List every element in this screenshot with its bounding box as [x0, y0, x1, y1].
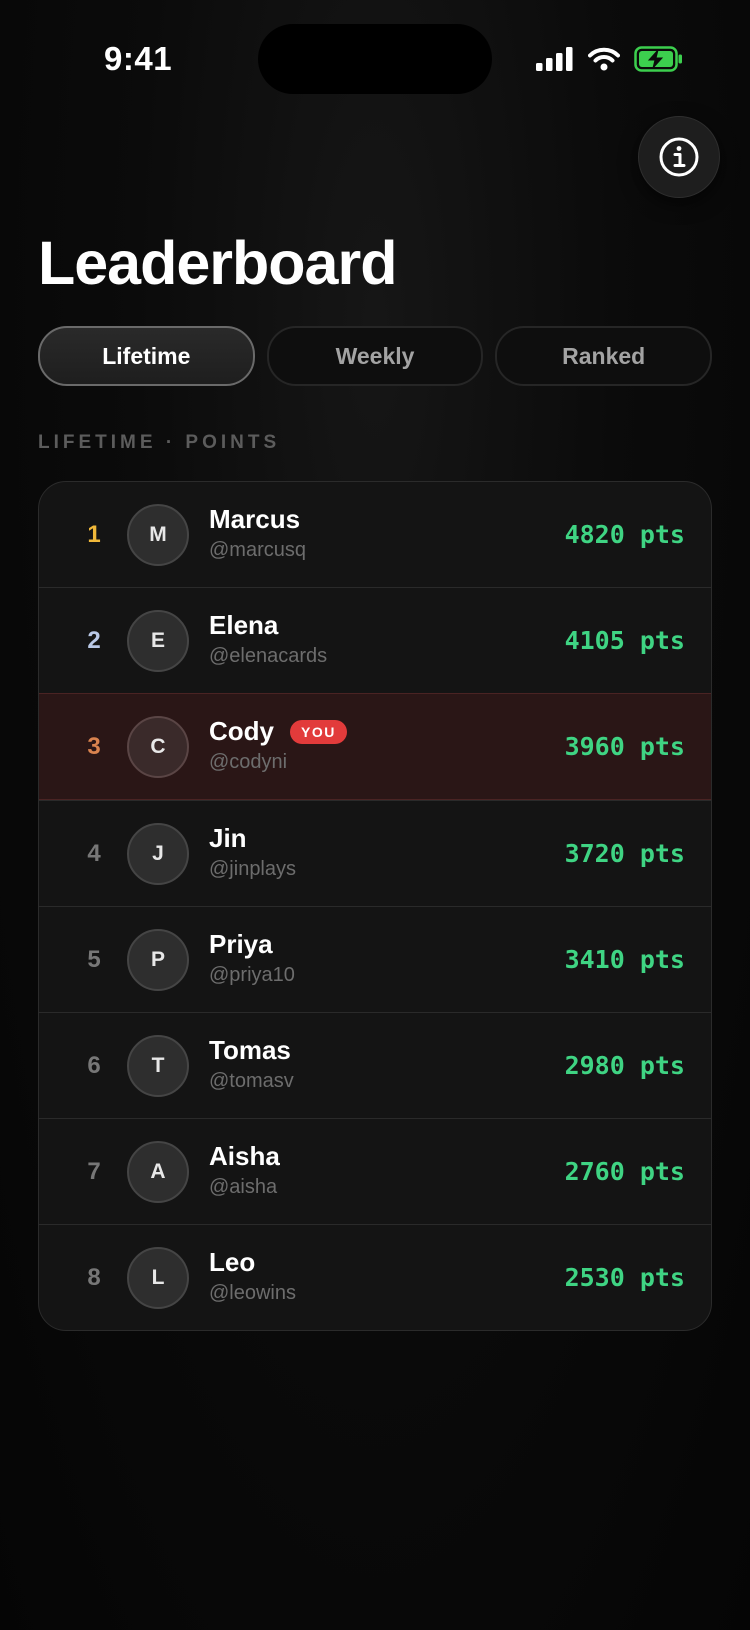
- player-name-line: Tomas: [209, 1035, 291, 1066]
- rank-number: 8: [87, 1264, 101, 1291]
- leaderboard-row[interactable]: 8 L Leo @leowins 2530 pts: [39, 1224, 711, 1330]
- tab-lifetime[interactable]: Lifetime: [38, 326, 255, 386]
- player-name-line: Marcus: [209, 504, 300, 535]
- player-handle: @leowins: [209, 1282, 297, 1304]
- player-handle: @tomasv: [209, 1070, 294, 1092]
- player-handle: @jinplays: [209, 858, 297, 880]
- rank-number: 1: [87, 521, 101, 548]
- avatar[interactable]: C: [127, 716, 189, 778]
- player-name: Leo: [209, 1247, 256, 1277]
- player-name: Elena: [209, 610, 279, 640]
- status-icons: [536, 44, 684, 74]
- rank-number: 3: [87, 733, 101, 760]
- player-points: 3410 pts: [564, 945, 685, 974]
- rank-number: 5: [87, 946, 101, 973]
- leaderboard-list: 1 M Marcus @marcusq 4820 pts 2 E Elena @elenacar…: [38, 481, 712, 1331]
- player-handle: @codyni: [209, 751, 288, 773]
- leaderboard-row[interactable]: 5 P Priya @priya10 3410 pts: [39, 906, 711, 1012]
- leaderboard-row[interactable]: 4 J Jin @jinplays 3720 pts: [39, 800, 711, 906]
- player-name: Cody: [209, 716, 274, 746]
- player-points: 2530 pts: [564, 1263, 685, 1292]
- dynamic-island: [258, 24, 492, 94]
- player-points: 3720 pts: [564, 839, 685, 868]
- status-bar: 9:41: [0, 0, 750, 120]
- player-name-line: Jin: [209, 823, 247, 854]
- player-name-line: Priya: [209, 929, 273, 960]
- avatar[interactable]: E: [127, 610, 189, 672]
- info-button[interactable]: [638, 116, 720, 198]
- player-name-line: Leo: [209, 1247, 255, 1278]
- player-handle: @priya10: [209, 964, 295, 986]
- section-label: LIFETIME · POINTS: [38, 432, 281, 453]
- avatar[interactable]: M: [127, 504, 189, 566]
- player-points: 2980 pts: [564, 1051, 685, 1080]
- player-name: Priya: [209, 929, 273, 959]
- leaderboard-row-current-user[interactable]: 3 C Cody YOU @codyni 3960 pts: [39, 693, 711, 800]
- leaderboard-row[interactable]: 2 E Elena @elenacards 4105 pts: [39, 587, 711, 693]
- leaderboard-row[interactable]: 7 A Aisha @aisha 2760 pts: [39, 1118, 711, 1224]
- signal-icon: [536, 47, 573, 71]
- rank-number: 7: [87, 1158, 101, 1185]
- status-time: 9:41: [104, 40, 173, 77]
- leaderboard-screen: 9:41 Leaderboard Lifetime Weekly Ranked …: [0, 0, 750, 1630]
- page-title: Leaderboard: [38, 229, 397, 297]
- leaderboard-row[interactable]: 1 M Marcus @marcusq 4820 pts: [39, 482, 711, 587]
- tab-ranked[interactable]: Ranked: [495, 326, 713, 386]
- player-name-line: Elena: [209, 610, 278, 641]
- leaderboard-row[interactable]: 6 T Tomas @tomasv 2980 pts: [39, 1012, 711, 1118]
- avatar[interactable]: T: [127, 1035, 189, 1097]
- you-badge: YOU: [290, 719, 347, 744]
- player-name: Tomas: [209, 1035, 291, 1065]
- player-name-line: Cody YOU: [209, 716, 347, 747]
- wifi-icon: [588, 47, 620, 71]
- avatar[interactable]: A: [127, 1141, 189, 1203]
- tab-weekly[interactable]: Weekly: [266, 326, 484, 386]
- player-name-line: Aisha: [209, 1141, 280, 1172]
- rank-number: 4: [87, 840, 101, 867]
- player-points: 4820 pts: [564, 520, 685, 549]
- player-handle: @elenacards: [209, 645, 328, 667]
- avatar[interactable]: L: [127, 1247, 189, 1309]
- battery-charging-icon: [634, 46, 682, 72]
- player-points: 4105 pts: [564, 626, 685, 655]
- rank-number: 2: [87, 627, 101, 654]
- player-points: 3960 pts: [564, 732, 685, 761]
- avatar[interactable]: P: [127, 929, 189, 991]
- player-name: Marcus: [209, 504, 301, 534]
- tab-bar: Lifetime Weekly Ranked: [38, 326, 713, 386]
- player-handle: @aisha: [209, 1176, 278, 1198]
- player-name: Jin: [209, 823, 247, 853]
- player-handle: @marcusq: [209, 539, 306, 561]
- info-icon: [659, 137, 699, 177]
- player-name: Aisha: [209, 1141, 280, 1171]
- player-points: 2760 pts: [564, 1157, 685, 1186]
- rank-number: 6: [87, 1052, 101, 1079]
- avatar[interactable]: J: [127, 823, 189, 885]
